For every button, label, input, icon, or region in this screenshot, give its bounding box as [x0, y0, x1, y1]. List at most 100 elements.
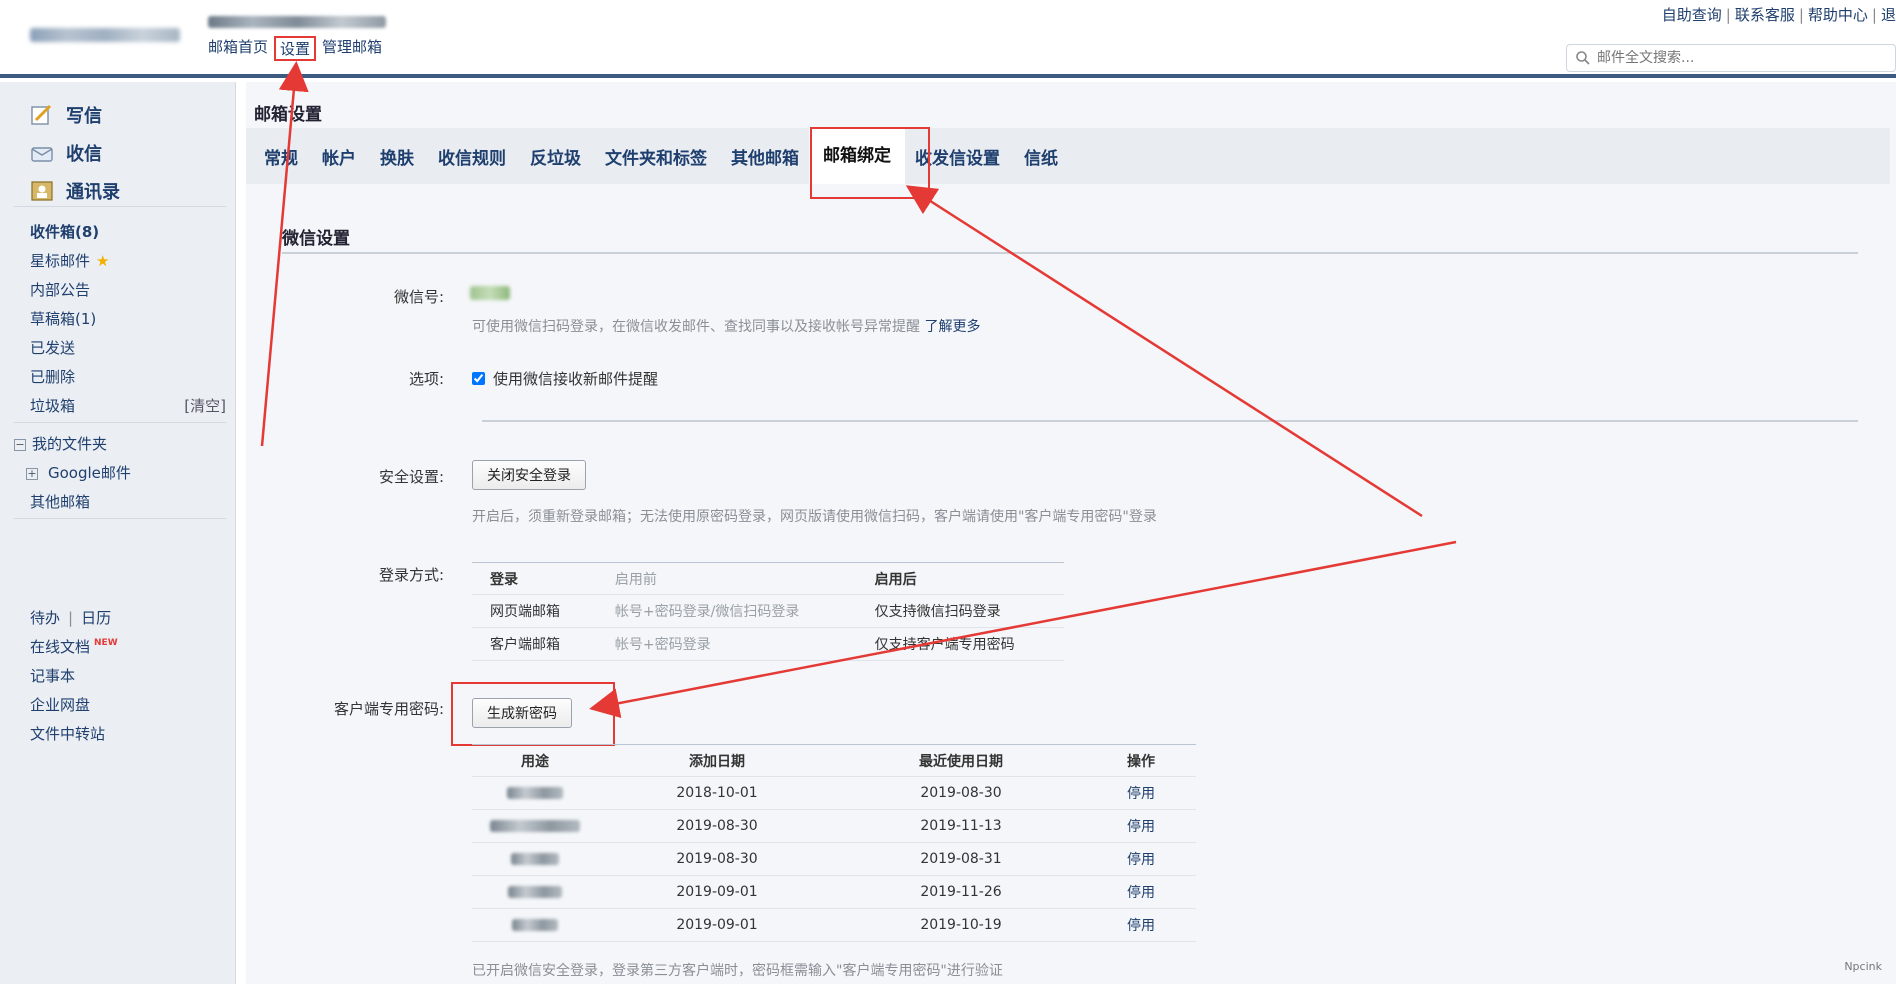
cell: 客户端邮箱 [472, 627, 597, 661]
tab-skin[interactable]: 换肤 [380, 144, 414, 169]
wechat-notify-checkbox[interactable] [472, 372, 485, 385]
tab-other-mail[interactable]: 其他邮箱 [731, 144, 799, 169]
wechat-label: 微信号: [393, 288, 444, 306]
divider [482, 420, 1858, 422]
folder-deleted[interactable]: 已删除 [30, 363, 226, 392]
header: 邮箱首页 设置 管理邮箱 自助查询 | 联系客服 | 帮助中心 | 退 [0, 0, 1896, 78]
annotation-box-tab [810, 127, 930, 199]
purpose-cell [472, 842, 598, 876]
tab-folders-labels[interactable]: 文件夹和标签 [605, 144, 707, 169]
folder-list: 收件箱(8) 星标邮件 ★ 内部公告 草稿箱(1) 已发送 已删除 垃圾箱 [清空] [30, 218, 226, 421]
purpose-cell [472, 875, 598, 909]
search-icon [1576, 51, 1590, 65]
learn-more-link[interactable]: 了解更多 [924, 319, 980, 335]
link-notepad[interactable]: 记事本 [30, 662, 226, 691]
last-used-cell: 2019-08-31 [836, 842, 1086, 876]
table-header: 用途 添加日期 最近使用日期 操作 [472, 744, 1196, 777]
top-right-links: 自助查询 | 联系客服 | 帮助中心 | 退 [1661, 6, 1896, 24]
login-method-label: 登录方式: [378, 566, 444, 584]
search-box[interactable] [1566, 44, 1896, 72]
contacts-icon [31, 181, 53, 201]
table-row: 2019-08-30 2019-08-31 停用 [472, 842, 1196, 876]
link-logout[interactable]: 退 [1881, 6, 1896, 24]
top-nav: 邮箱首页 设置 管理邮箱 [208, 36, 382, 61]
folder-announcements[interactable]: 内部公告 [30, 276, 226, 305]
cell: 仅支持微信扫码登录 [856, 594, 1064, 628]
nav-home[interactable]: 邮箱首页 [208, 36, 268, 61]
divider [14, 422, 226, 423]
link-netdisk[interactable]: 企业网盘 [30, 691, 226, 720]
disable-link[interactable]: 停用 [1086, 842, 1196, 876]
folder-google[interactable]: + Google邮件 [14, 459, 226, 488]
added-cell: 2019-08-30 [598, 809, 836, 843]
link-calendar[interactable]: 日历 [81, 609, 111, 627]
annotation-box-generate [451, 682, 615, 746]
col-before: 启用前 [596, 562, 857, 595]
tab-account[interactable]: 帐户 [322, 144, 356, 169]
disable-link[interactable]: 停用 [1086, 809, 1196, 843]
col-added: 添加日期 [598, 744, 836, 777]
table-row: 2019-08-30 2019-11-13 停用 [472, 809, 1196, 843]
link-contact-support[interactable]: 联系客服 [1735, 6, 1795, 24]
disable-link[interactable]: 停用 [1086, 776, 1196, 810]
cell: 帐号+密码登录/微信扫码登录 [596, 594, 857, 628]
footnote: 已开启微信安全登录，登录第三方客户端时，密码框需输入"客户端专用密码"进行验证 [472, 963, 1003, 979]
tab-general[interactable]: 常规 [264, 144, 298, 169]
nav-settings[interactable]: 设置 [274, 36, 317, 61]
folder-inbox[interactable]: 收件箱(8) [30, 218, 226, 247]
folder-sent[interactable]: 已发送 [30, 334, 226, 363]
link-file-transfer[interactable]: 文件中转站 [30, 720, 226, 749]
folder-starred[interactable]: 星标邮件 ★ [30, 247, 226, 276]
security-label: 安全设置: [378, 468, 444, 486]
option-label: 选项: [408, 370, 444, 388]
nav-manage[interactable]: 管理邮箱 [322, 36, 382, 61]
cell: 仅支持客户端专用密码 [856, 627, 1064, 661]
last-used-cell: 2019-10-19 [836, 908, 1086, 942]
page-title: 邮箱设置 [254, 105, 322, 125]
disable-link[interactable]: 停用 [1086, 875, 1196, 909]
purpose-cell [472, 809, 598, 843]
link-self-service[interactable]: 自助查询 [1662, 6, 1722, 24]
security-description: 开启后，须重新登录邮箱；无法使用原密码登录，网页版请使用微信扫码，客户端请使用"… [472, 509, 1157, 525]
disable-secure-login-button[interactable]: 关闭安全登录 [472, 460, 586, 490]
divider [282, 252, 1858, 254]
compose-button[interactable]: 写信 [30, 96, 120, 134]
table-row: 客户端邮箱 帐号+密码登录 仅支持客户端专用密码 [472, 627, 1064, 661]
compose-label: 写信 [66, 106, 102, 127]
tab-stationery[interactable]: 信纸 [1024, 144, 1058, 169]
section-title: 微信设置 [282, 229, 350, 249]
wechat-notify-label: 使用微信接收新邮件提醒 [493, 370, 659, 388]
disable-link[interactable]: 停用 [1086, 908, 1196, 942]
tab-antispam[interactable]: 反垃圾 [530, 144, 581, 169]
link-todo[interactable]: 待办 [30, 609, 60, 627]
table-row: 2018-10-01 2019-08-30 停用 [472, 776, 1196, 810]
contacts-button[interactable]: 通讯录 [30, 172, 120, 210]
folder-drafts[interactable]: 草稿箱(1) [30, 305, 226, 334]
cell: 网页端邮箱 [472, 594, 597, 628]
logo [30, 28, 180, 42]
search-input[interactable] [1597, 50, 1877, 66]
compose-list: 写信 收信 通讯录 [30, 96, 120, 210]
link-online-docs[interactable]: 在线文档 NEW [30, 633, 226, 662]
inbox-label: 收信 [66, 144, 102, 165]
divider [14, 206, 226, 207]
todo-calendar-row: 待办 | 日历 [30, 609, 112, 627]
inbox-button[interactable]: 收信 [30, 134, 120, 172]
table-row: 2019-09-01 2019-10-19 停用 [472, 908, 1196, 942]
folder-spam[interactable]: 垃圾箱 [清空] [30, 392, 226, 421]
wechat-id [470, 286, 510, 300]
tab-rules[interactable]: 收信规则 [438, 144, 506, 169]
folder-other-mail[interactable]: 其他邮箱 [14, 488, 226, 517]
last-used-cell: 2019-11-13 [836, 809, 1086, 843]
settings-tabs: 常规 帐户 换肤 收信规则 反垃圾 文件夹和标签 其他邮箱 邮箱绑定 收发信设置… [246, 128, 1890, 184]
wechat-notify-option[interactable]: 使用微信接收新邮件提醒 [472, 368, 658, 389]
purpose-cell [472, 776, 598, 810]
link-help-center[interactable]: 帮助中心 [1808, 6, 1868, 24]
clear-spam-link[interactable]: [清空] [184, 392, 226, 421]
my-folders-toggle[interactable]: − 我的文件夹 [14, 430, 226, 459]
added-cell: 2019-08-30 [598, 842, 836, 876]
sidebar: 写信 收信 通讯录 收件箱(8) 星标邮件 ★ 内部公告 草稿箱(1) 已发送 已… [0, 82, 236, 984]
my-folders: − 我的文件夹 + Google邮件 其他邮箱 [14, 430, 226, 517]
expand-icon: + [26, 466, 38, 480]
client-password-label: 客户端专用密码: [333, 700, 444, 718]
